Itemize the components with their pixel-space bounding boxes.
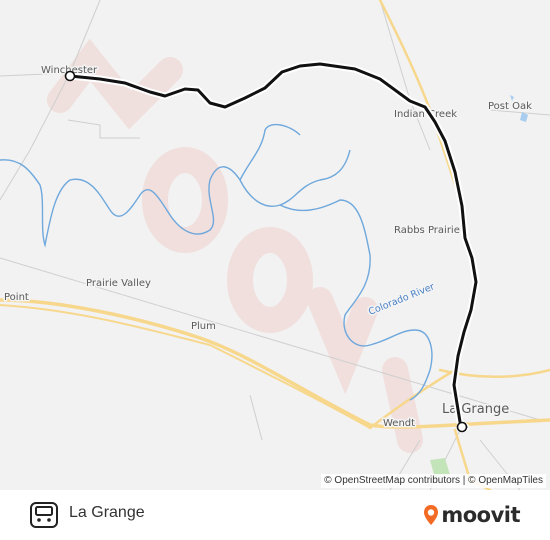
place-la-grange: La Grange: [442, 402, 509, 417]
route-end-marker[interactable]: [456, 421, 468, 433]
route-name: La Grange: [69, 504, 145, 521]
place-rabbs-prairie: Rabbs Prairie: [394, 225, 460, 236]
place-wendt: Wendt: [383, 418, 415, 429]
bus-icon: [30, 502, 58, 528]
map-canvas[interactable]: Winchester Post Oak Indian Creek Rabbs P…: [0, 0, 550, 490]
map-attribution[interactable]: © OpenStreetMap contributors | © OpenMap…: [321, 474, 546, 488]
place-prairie-valley: Prairie Valley: [86, 278, 151, 289]
place-point: Point: [4, 292, 29, 303]
moovit-logo: moovit: [423, 503, 520, 527]
place-post-oak: Post Oak: [488, 101, 532, 112]
route-start-marker[interactable]: [64, 70, 76, 82]
place-plum: Plum: [191, 321, 216, 332]
brand-name: moovit: [441, 503, 520, 527]
moovit-pin-icon: [424, 505, 439, 525]
